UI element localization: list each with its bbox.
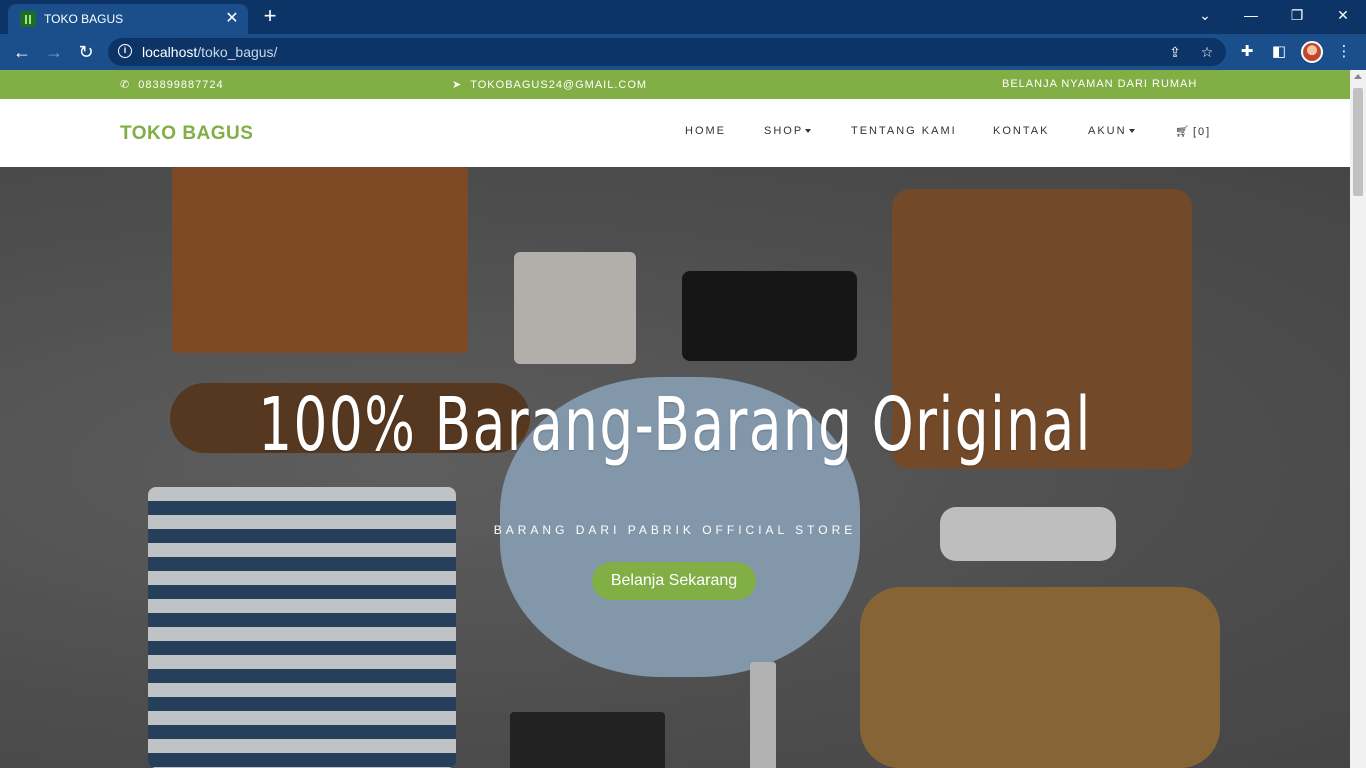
phone-icon: ✆: [120, 79, 131, 91]
restore-icon[interactable]: ❐: [1274, 0, 1320, 30]
nav-akun[interactable]: AKUN: [1088, 125, 1135, 137]
tab-title: TOKO BAGUS: [44, 12, 124, 26]
share-icon[interactable]: ⇪: [1166, 43, 1184, 61]
email-info: ➤ TOKOBAGUS24@GMAIL.COM: [452, 78, 648, 92]
nav-cart[interactable]: 🛒︎ [0]: [1175, 125, 1212, 139]
tagline-text: BELANJA NYAMAN DARI RUMAH: [1002, 78, 1198, 90]
chevron-down-icon: [805, 129, 812, 133]
nav-akun-label: AKUN: [1088, 125, 1127, 137]
cart-count: [0]: [1192, 125, 1212, 138]
phone-info: ✆ 083899887724: [120, 78, 224, 92]
nav-tentang-kami[interactable]: TENTANG KAMI: [851, 125, 957, 137]
forward-icon[interactable]: →: [42, 40, 66, 64]
email-address: TOKOBAGUS24@GMAIL.COM: [470, 78, 648, 91]
tab-close-icon[interactable]: ✕: [222, 9, 242, 29]
nav-home[interactable]: HOME: [685, 125, 726, 137]
star-icon[interactable]: ☆: [1198, 43, 1216, 61]
close-window-icon[interactable]: ✕: [1320, 0, 1366, 30]
main-navbar: TOKO BAGUS HOME SHOP TENTANG KAMI KONTAK…: [0, 99, 1350, 167]
phone-number: 083899887724: [138, 78, 224, 91]
reload-icon[interactable]: ↻: [74, 40, 98, 64]
website-viewport: ✆ 083899887724 ➤ TOKOBAGUS24@GMAIL.COM B…: [0, 70, 1350, 768]
profile-avatar[interactable]: [1301, 41, 1323, 63]
site-favicon-icon: [20, 11, 36, 27]
menu-dots-icon[interactable]: ⋮: [1334, 42, 1354, 62]
browser-tab-bar: TOKO BAGUS ✕ + ⌄ — ❐ ✕: [0, 0, 1366, 34]
chevron-down-icon: [1128, 129, 1135, 133]
back-icon[interactable]: ←: [10, 40, 34, 64]
tagline: BELANJA NYAMAN DARI RUMAH: [1002, 78, 1197, 90]
cart-icon: 🛒︎: [1175, 126, 1191, 138]
hero-subtitle: BARANG DARI PABRIK OFFICIAL STORE: [493, 523, 857, 537]
browser-toolbar: ← → ↻ i localhost/toko_bagus/ ⇪ ☆ ✚ ◧ ⋮: [0, 34, 1366, 70]
nav-shop-label: SHOP: [764, 125, 804, 137]
tab-search-icon[interactable]: ⌄: [1182, 0, 1228, 30]
brand-logo[interactable]: TOKO BAGUS: [120, 123, 253, 145]
nav-kontak[interactable]: KONTAK: [993, 125, 1049, 137]
browser-tab[interactable]: TOKO BAGUS ✕: [8, 4, 248, 34]
scroll-up-icon[interactable]: [1354, 74, 1362, 79]
paper-plane-icon: ➤: [452, 79, 463, 91]
sidebar-icon[interactable]: ◧: [1269, 42, 1289, 62]
shop-now-button[interactable]: Belanja Sekarang: [592, 562, 756, 600]
nav-shop[interactable]: SHOP: [764, 125, 812, 137]
scrollbar-thumb[interactable]: [1353, 88, 1363, 196]
page-scrollbar[interactable]: [1350, 70, 1366, 768]
info-icon[interactable]: i: [118, 44, 132, 58]
hero-banner: 100% Barang-Barang Original BARANG DARI …: [0, 167, 1350, 768]
hero-title: 100% Barang-Barang Original: [258, 382, 1092, 468]
puzzle-icon[interactable]: ✚: [1237, 42, 1257, 62]
new-tab-icon[interactable]: +: [258, 5, 282, 29]
address-url[interactable]: localhost/toko_bagus/: [142, 44, 277, 60]
top-info-bar: ✆ 083899887724 ➤ TOKOBAGUS24@GMAIL.COM B…: [0, 70, 1350, 99]
address-bar[interactable]: i localhost/toko_bagus/ ⇪ ☆: [108, 38, 1226, 66]
minimize-icon[interactable]: —: [1228, 0, 1274, 30]
